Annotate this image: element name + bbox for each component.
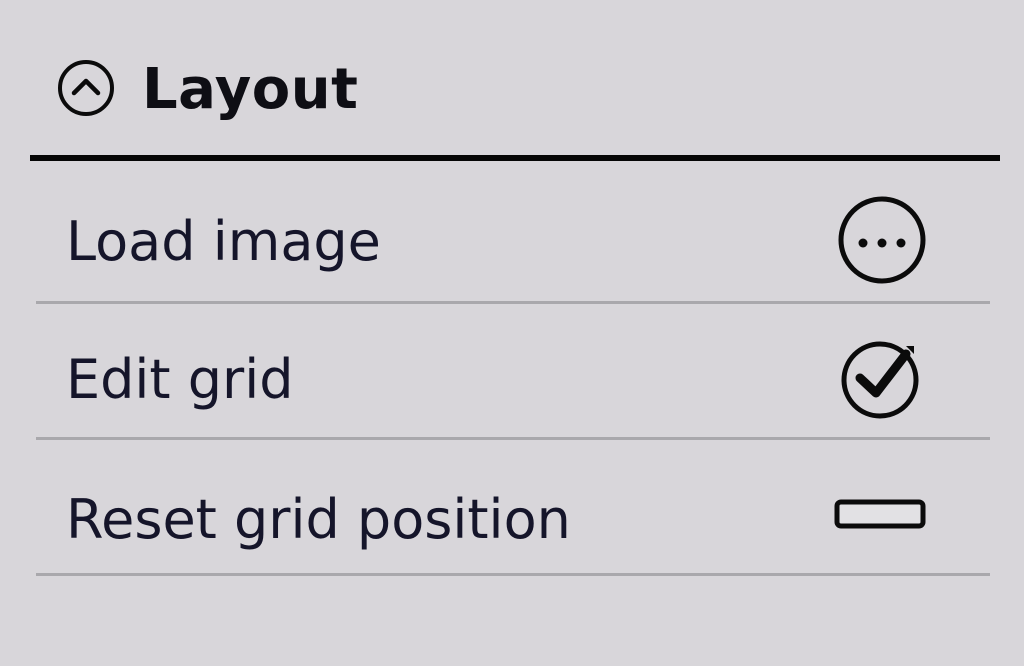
row-label-edit-grid: Edit grid	[66, 348, 294, 411]
checkbox-checked-icon[interactable]	[832, 326, 932, 426]
row-reset-grid-position[interactable]: Reset grid position	[36, 440, 990, 576]
section-header-layout[interactable]: Layout	[30, 40, 1000, 160]
row-load-image[interactable]: Load image	[36, 168, 990, 304]
row-label-load-image: Load image	[66, 210, 381, 273]
section-title: Layout	[142, 57, 359, 122]
row-divider	[36, 573, 990, 576]
chevron-up-circle-icon[interactable]	[56, 58, 116, 118]
section-header-divider	[30, 155, 1000, 161]
row-label-reset-grid-position: Reset grid position	[66, 488, 571, 551]
more-options-icon[interactable]	[832, 190, 932, 290]
row-edit-grid[interactable]: Edit grid	[36, 304, 990, 440]
layout-panel: Layout Load image Edit grid Reset grid p…	[0, 0, 1024, 666]
reset-button-icon[interactable]	[832, 464, 932, 564]
